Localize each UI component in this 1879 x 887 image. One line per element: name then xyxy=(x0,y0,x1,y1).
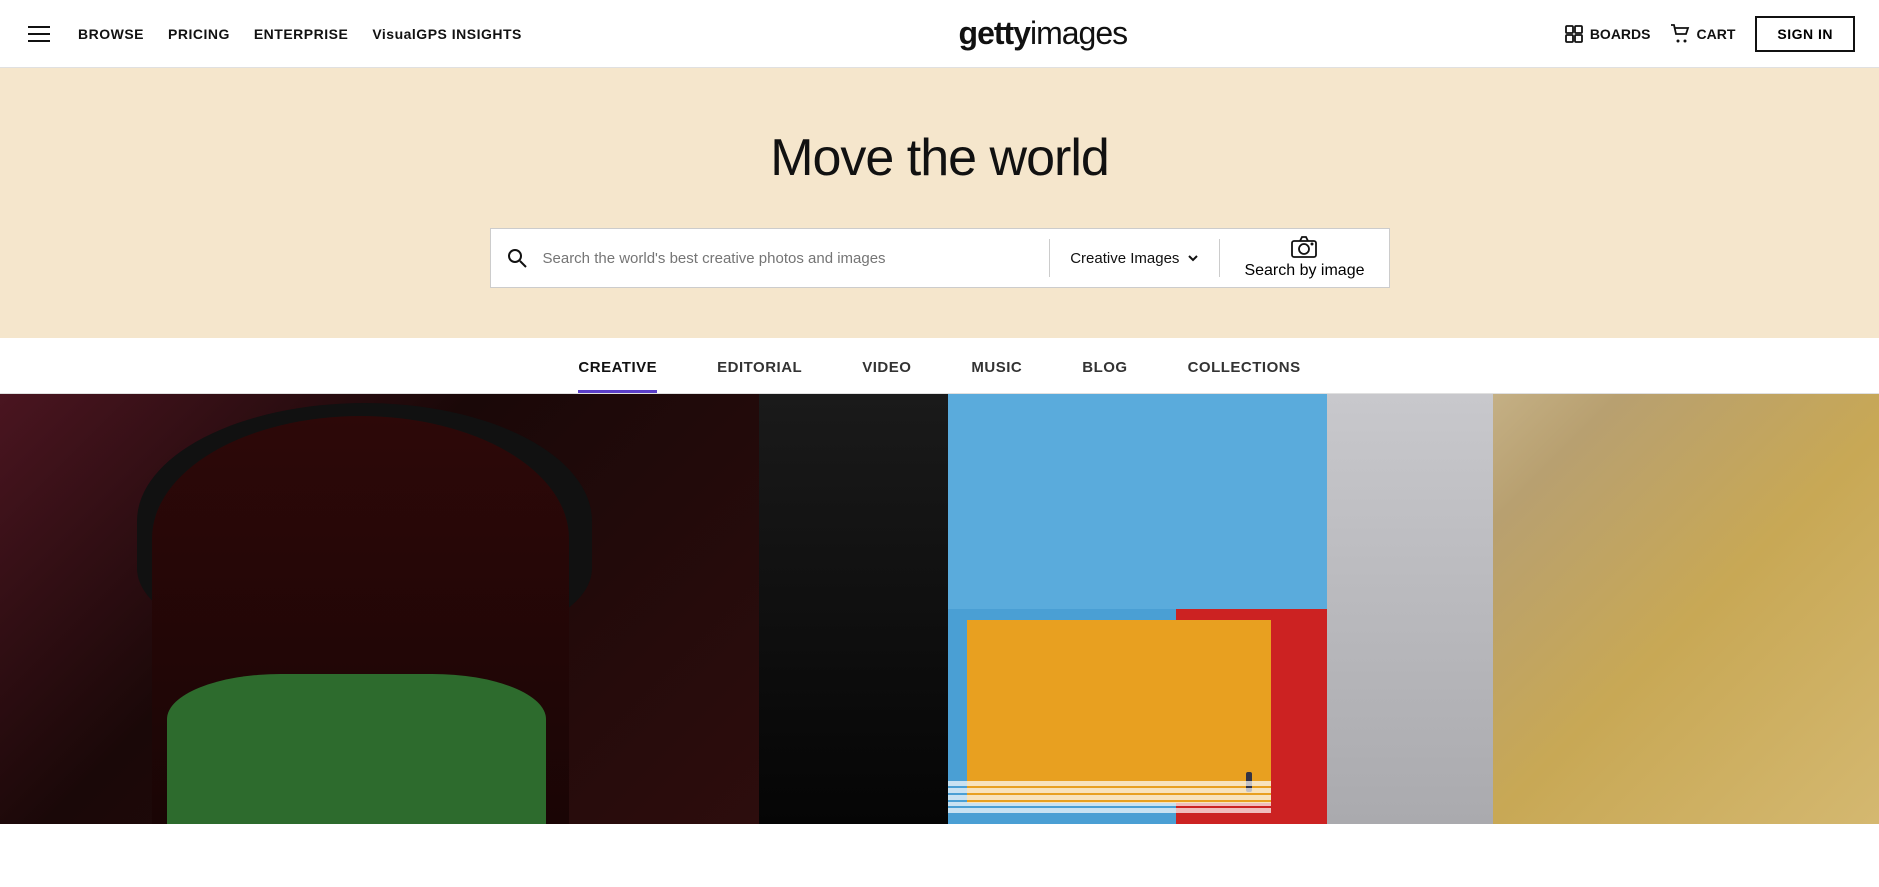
panel-geometric[interactable] xyxy=(948,394,1327,824)
panel-woman[interactable] xyxy=(0,394,759,824)
search-input[interactable] xyxy=(543,229,1050,287)
tab-editorial[interactable]: EDITORIAL xyxy=(717,359,802,393)
boards-label: BOARDS xyxy=(1590,26,1651,42)
logo-bold: getty xyxy=(959,15,1030,51)
search-icon-wrap[interactable] xyxy=(491,229,543,287)
search-by-image-button[interactable]: Search by image xyxy=(1220,229,1388,287)
panel-dark-inner xyxy=(759,394,949,824)
camera-icon xyxy=(1291,236,1317,258)
woman-shirt xyxy=(167,674,546,825)
nav-enterprise[interactable]: ENTERPRISE xyxy=(254,26,348,42)
panel-geometric-inner xyxy=(948,394,1327,824)
search-type-selector[interactable]: Creative Images xyxy=(1050,229,1219,287)
boards-link[interactable]: BOARDS xyxy=(1564,24,1651,44)
stripe-1 xyxy=(948,781,1270,786)
tabs-nav: CREATIVE EDITORIAL VIDEO MUSIC BLOG COLL… xyxy=(0,338,1879,394)
logo-light: images xyxy=(1030,15,1127,51)
stripe-3 xyxy=(948,795,1270,800)
stripe-4 xyxy=(948,802,1270,807)
search-type-label: Creative Images xyxy=(1070,250,1179,267)
navbar: BROWSE PRICING ENTERPRISE VisualGPS INSI… xyxy=(0,0,1879,68)
panel-cheetahs[interactable] xyxy=(1327,394,1879,824)
geo-blue-area xyxy=(948,394,1327,609)
images-grid xyxy=(0,394,1879,824)
tab-blog[interactable]: BLOG xyxy=(1082,359,1127,393)
chevron-down-icon xyxy=(1187,252,1199,264)
geo-stripes xyxy=(948,781,1270,813)
tab-creative[interactable]: CREATIVE xyxy=(578,359,657,393)
nav-pricing[interactable]: PRICING xyxy=(168,26,230,42)
cart-icon xyxy=(1670,24,1690,44)
cart-link[interactable]: CART xyxy=(1670,24,1735,44)
logo[interactable]: gettyimages xyxy=(959,15,1128,52)
nav-center: gettyimages xyxy=(522,15,1564,52)
panel-cheetahs-inner xyxy=(1327,394,1879,824)
search-icon xyxy=(507,248,527,268)
geo-bottom-area xyxy=(948,609,1327,824)
sign-in-button[interactable]: SIGN IN xyxy=(1755,16,1855,52)
panel-dark[interactable] xyxy=(759,394,949,824)
nav-visualgps[interactable]: VisualGPS INSIGHTS xyxy=(372,26,522,42)
search-by-image-label: Search by image xyxy=(1244,262,1364,280)
tab-music[interactable]: MUSIC xyxy=(971,359,1022,393)
stripe-5 xyxy=(948,808,1270,813)
gray-section xyxy=(1327,394,1492,824)
geo-orange-square xyxy=(967,620,1270,803)
tab-video[interactable]: VIDEO xyxy=(862,359,911,393)
hamburger-menu[interactable] xyxy=(24,22,54,46)
search-bar: Creative Images Search by image xyxy=(490,228,1390,288)
hero-section: Move the world Creative Images Search by xyxy=(0,68,1879,338)
boards-icon xyxy=(1564,24,1584,44)
tab-collections[interactable]: COLLECTIONS xyxy=(1188,359,1301,393)
nav-browse[interactable]: BROWSE xyxy=(78,26,144,42)
nav-left: BROWSE PRICING ENTERPRISE VisualGPS INSI… xyxy=(24,22,522,46)
cart-label: CART xyxy=(1696,26,1735,42)
stripe-2 xyxy=(948,788,1270,793)
panel-woman-inner xyxy=(0,394,759,824)
hero-title: Move the world xyxy=(770,128,1109,188)
nav-right: BOARDS CART SIGN IN xyxy=(1564,16,1855,52)
